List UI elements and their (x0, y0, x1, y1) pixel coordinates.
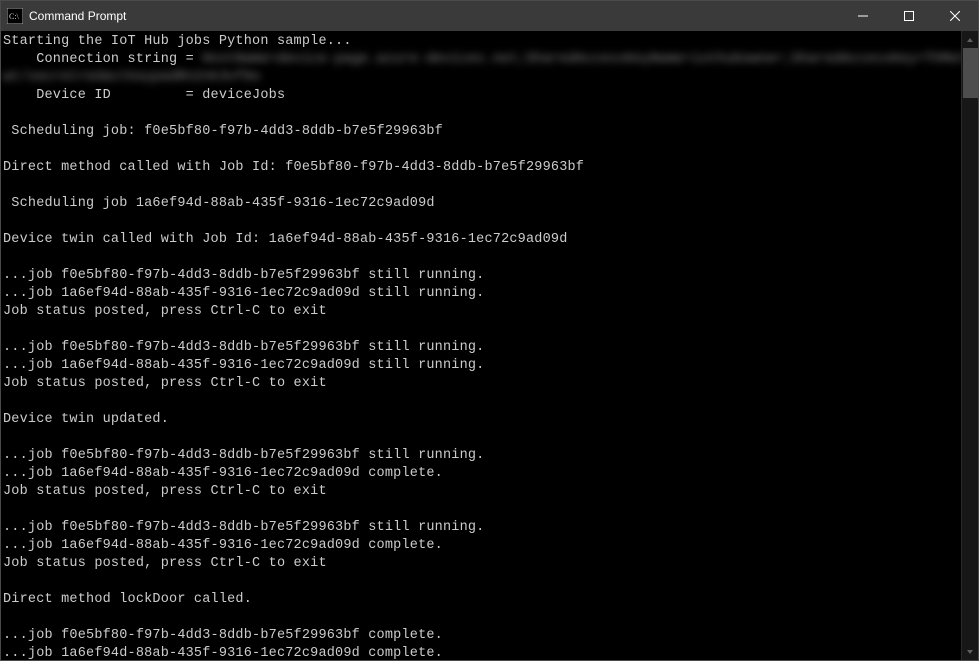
console-line: ...job 1a6ef94d-88ab-435f-9316-1ec72c9ad… (3, 645, 961, 660)
maximize-button[interactable] (886, 1, 932, 31)
console-line: ...job f0e5bf80-f97b-4dd3-8ddb-b7e5f2996… (3, 267, 961, 285)
window-title: Command Prompt (29, 9, 840, 23)
console-line (3, 249, 961, 267)
cmd-icon: C:\ (7, 8, 23, 24)
redacted-text: wt/secretredactkeypadRn2nk3vf8o (3, 70, 260, 85)
console-line (3, 609, 961, 627)
console-line (3, 429, 961, 447)
minimize-button[interactable] (840, 1, 886, 31)
console-line: Device twin updated. (3, 411, 961, 429)
console-line: Job status posted, press Ctrl-C to exit (3, 555, 961, 573)
console-line: ...job f0e5bf80-f97b-4dd3-8ddb-b7e5f2996… (3, 627, 961, 645)
titlebar: C:\ Command Prompt (1, 1, 978, 31)
console-line: ...job f0e5bf80-f97b-4dd3-8ddb-b7e5f2996… (3, 519, 961, 537)
scrollbar-thumb[interactable] (963, 48, 978, 98)
console-output[interactable]: Starting the IoT Hub jobs Python sample.… (1, 31, 961, 660)
vertical-scrollbar[interactable] (961, 31, 978, 660)
console-line: Scheduling job: f0e5bf80-f97b-4dd3-8ddb-… (3, 123, 961, 141)
redacted-text: HostName=device-page.azure-devices.net;S… (202, 52, 961, 67)
console-line (3, 573, 961, 591)
console-line (3, 105, 961, 123)
console-line (3, 321, 961, 339)
console-line: Job status posted, press Ctrl-C to exit (3, 303, 961, 321)
console-line (3, 141, 961, 159)
console-line: Device ID = deviceJobs (3, 87, 961, 105)
console-line: Connection string = HostName=device-page… (3, 51, 961, 69)
console-line: ...job 1a6ef94d-88ab-435f-9316-1ec72c9ad… (3, 537, 961, 555)
console-line: Starting the IoT Hub jobs Python sample.… (3, 33, 961, 51)
scroll-down-arrow[interactable] (962, 643, 978, 660)
console-line (3, 393, 961, 411)
console-line: ...job f0e5bf80-f97b-4dd3-8ddb-b7e5f2996… (3, 447, 961, 465)
console-area: Starting the IoT Hub jobs Python sample.… (1, 31, 978, 660)
console-line: ...job 1a6ef94d-88ab-435f-9316-1ec72c9ad… (3, 465, 961, 483)
console-line: Direct method called with Job Id: f0e5bf… (3, 159, 961, 177)
window-controls (840, 1, 978, 31)
console-line: ...job 1a6ef94d-88ab-435f-9316-1ec72c9ad… (3, 285, 961, 303)
console-line: ...job f0e5bf80-f97b-4dd3-8ddb-b7e5f2996… (3, 339, 961, 357)
console-line (3, 177, 961, 195)
console-line: ...job 1a6ef94d-88ab-435f-9316-1ec72c9ad… (3, 357, 961, 375)
console-line: Scheduling job 1a6ef94d-88ab-435f-9316-1… (3, 195, 961, 213)
console-line (3, 501, 961, 519)
scroll-up-arrow[interactable] (962, 31, 978, 48)
svg-text:C:\: C:\ (9, 12, 20, 21)
console-line: Direct method lockDoor called. (3, 591, 961, 609)
console-line: Device twin called with Job Id: 1a6ef94d… (3, 231, 961, 249)
console-line (3, 213, 961, 231)
console-line: Job status posted, press Ctrl-C to exit (3, 483, 961, 501)
close-button[interactable] (932, 1, 978, 31)
console-line: Job status posted, press Ctrl-C to exit (3, 375, 961, 393)
console-line: wt/secretredactkeypadRn2nk3vf8o (3, 69, 961, 87)
